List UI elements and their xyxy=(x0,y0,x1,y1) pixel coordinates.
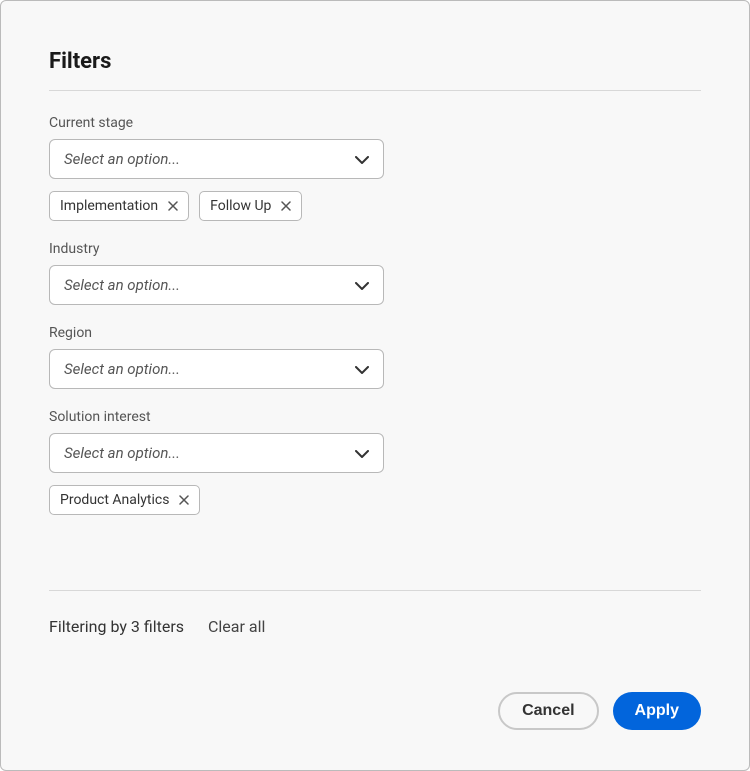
chevron-down-icon xyxy=(355,276,369,295)
select-placeholder: Select an option... xyxy=(64,276,180,294)
label-industry: Industry xyxy=(49,241,701,257)
select-industry[interactable]: Select an option... xyxy=(49,265,384,305)
panel-title: Filters xyxy=(49,49,701,74)
cancel-button[interactable]: Cancel xyxy=(498,692,598,730)
tag-label: Product Analytics xyxy=(60,492,169,508)
select-placeholder: Select an option... xyxy=(64,360,180,378)
group-industry: Industry Select an option... xyxy=(49,241,701,305)
tag-product-analytics[interactable]: Product Analytics xyxy=(49,485,200,515)
label-current-stage: Current stage xyxy=(49,115,701,131)
close-icon[interactable] xyxy=(168,201,178,211)
close-icon[interactable] xyxy=(281,201,291,211)
select-region[interactable]: Select an option... xyxy=(49,349,384,389)
select-current-stage[interactable]: Select an option... xyxy=(49,139,384,179)
chevron-down-icon xyxy=(355,360,369,379)
label-solution-interest: Solution interest xyxy=(49,409,701,425)
tag-follow-up[interactable]: Follow Up xyxy=(199,191,302,221)
tag-implementation[interactable]: Implementation xyxy=(49,191,189,221)
tag-label: Follow Up xyxy=(210,198,271,214)
select-placeholder: Select an option... xyxy=(64,150,180,168)
chevron-down-icon xyxy=(355,150,369,169)
group-region: Region Select an option... xyxy=(49,325,701,389)
filter-count-status: Filtering by 3 filters xyxy=(49,617,184,636)
status-row: Filtering by 3 filters Clear all xyxy=(49,617,701,636)
close-icon[interactable] xyxy=(179,495,189,505)
label-region: Region xyxy=(49,325,701,341)
chevron-down-icon xyxy=(355,444,369,463)
group-solution-interest: Solution interest Select an option... Pr… xyxy=(49,409,701,515)
clear-all-button[interactable]: Clear all xyxy=(208,617,265,636)
divider xyxy=(49,590,701,591)
divider xyxy=(49,90,701,91)
apply-button[interactable]: Apply xyxy=(613,692,701,730)
group-current-stage: Current stage Select an option... Implem… xyxy=(49,115,701,221)
tags-solution-interest: Product Analytics xyxy=(49,485,701,515)
select-solution-interest[interactable]: Select an option... xyxy=(49,433,384,473)
tags-current-stage: Implementation Follow Up xyxy=(49,191,701,221)
filters-panel: Filters Current stage Select an option..… xyxy=(0,0,750,771)
action-buttons: Cancel Apply xyxy=(49,692,701,730)
select-placeholder: Select an option... xyxy=(64,444,180,462)
tag-label: Implementation xyxy=(60,198,158,214)
